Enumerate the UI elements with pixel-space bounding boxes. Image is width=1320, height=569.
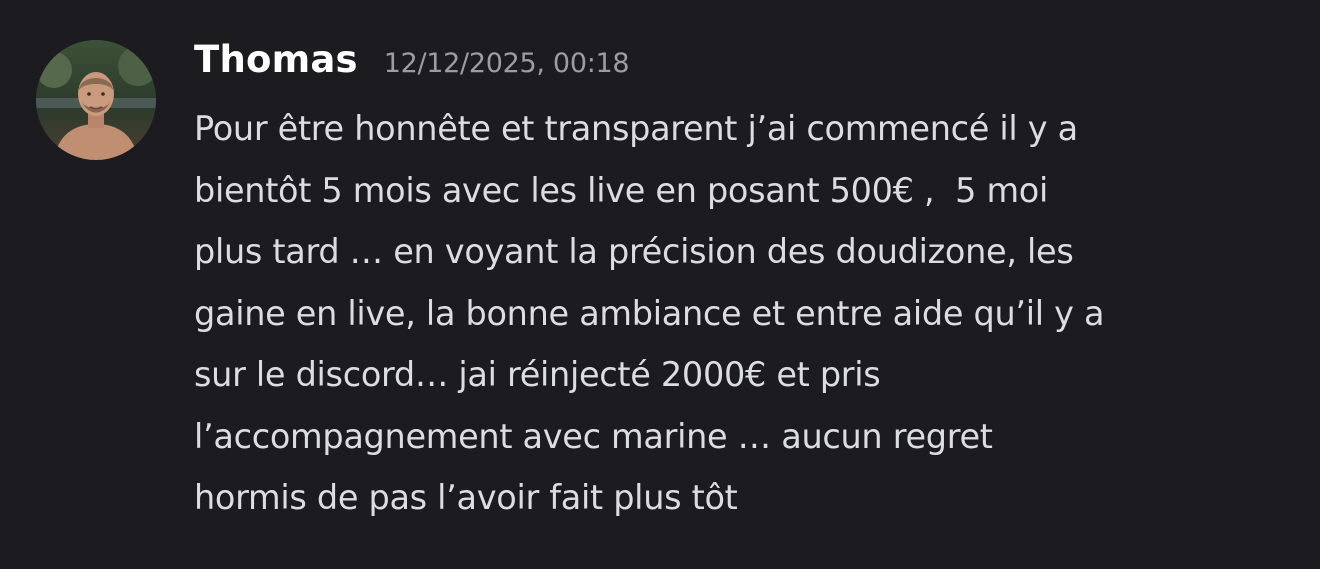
timestamp: 12/12/2025, 00:18 xyxy=(383,48,630,79)
message-line: gaine en live, la bonne ambiance et entr… xyxy=(194,293,1105,333)
user-avatar[interactable] xyxy=(36,40,156,160)
message-line: l’accompagnement avec marine … aucun reg… xyxy=(194,416,993,456)
username[interactable]: Thomas xyxy=(194,38,358,81)
message-line: plus tard … en voyant la précision des d… xyxy=(194,232,1074,271)
message-line: sur le discord… jai réinjecté 2000€ et p… xyxy=(194,355,881,394)
avatar-photo-icon xyxy=(36,40,156,160)
message-line: Pour être honnête et transparent j’ai co… xyxy=(194,109,1078,148)
message-content: Pour être honnête et transparent j’ai co… xyxy=(194,98,1304,529)
message-line: hormis de pas l’avoir fait plus tôt xyxy=(194,478,738,517)
message-line: bientôt 5 mois avec les live en posant 5… xyxy=(194,170,1048,210)
message-header: Thomas 12/12/2025, 00:18 xyxy=(194,38,630,88)
chat-message: Thomas 12/12/2025, 00:18 Pour être honnê… xyxy=(0,0,1320,569)
